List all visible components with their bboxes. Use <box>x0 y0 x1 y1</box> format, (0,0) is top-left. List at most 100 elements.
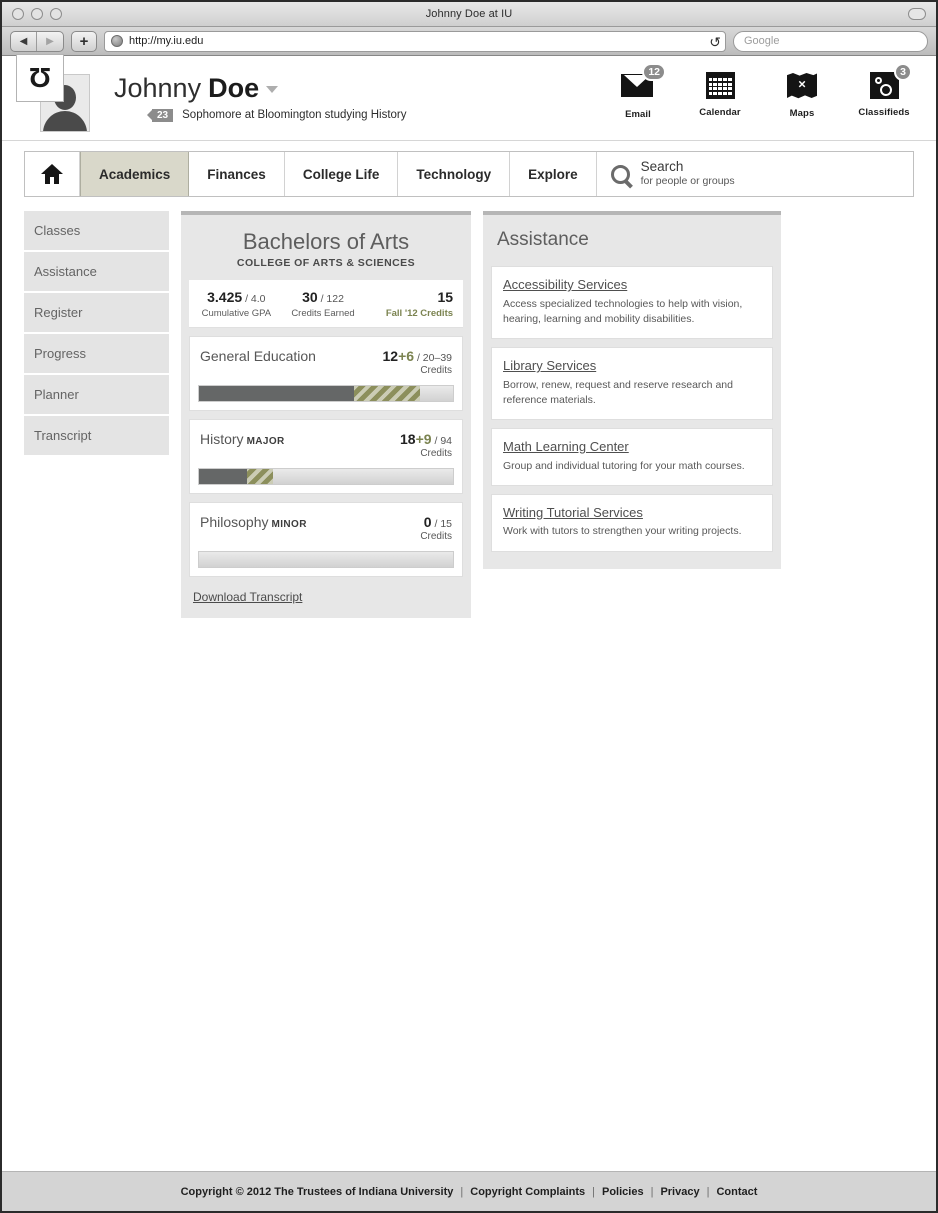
sidebar-item-classes[interactable]: Classes <box>24 211 169 252</box>
degree-stats: 3.425 / 4.0 Cumulative GPA 30 / 122 Cred… <box>189 280 463 329</box>
url-text: http://my.iu.edu <box>129 35 204 47</box>
stat-suffix: / 122 <box>317 293 344 306</box>
page-content: Ʊ Johnny Doe 23 Sophomore at Bloomington… <box>2 54 936 1211</box>
reload-icon[interactable]: ↺ <box>709 34 721 50</box>
assistance-card[interactable]: Math Learning Center Group and individua… <box>491 428 773 486</box>
address-bar[interactable]: http://my.iu.edu ↺ <box>104 30 726 52</box>
footer-separator: | <box>460 1185 464 1198</box>
chevron-down-icon[interactable] <box>266 85 279 93</box>
app-icon-calendar[interactable]: Calendar <box>690 70 750 120</box>
search-icon <box>610 164 630 184</box>
stat-value: 15 <box>437 289 454 306</box>
sidebar-item-register[interactable]: Register <box>24 293 169 334</box>
requirement-total: / 20–39 <box>414 352 452 365</box>
footer-link-policies[interactable]: Policies <box>602 1186 644 1198</box>
add-bookmark-button[interactable]: + <box>71 30 97 52</box>
requirement-credits-label: Credits <box>420 531 452 543</box>
map-icon <box>785 73 819 103</box>
stat-value: 3.425 <box>207 289 243 306</box>
back-button[interactable]: ◀ <box>11 31 37 51</box>
content-area: Classes Assistance Register Progress Pla… <box>2 197 936 619</box>
sidebar-item-progress[interactable]: Progress <box>24 334 169 375</box>
footer-separator: | <box>706 1185 710 1198</box>
age-badge: 23 <box>152 108 174 122</box>
calendar-icon <box>703 72 737 102</box>
app-icon-classifieds[interactable]: 3 Classifieds <box>854 63 914 120</box>
footer-copyright: Copyright © 2012 The Trustees of Indiana… <box>180 1185 454 1198</box>
nav-item-college-life[interactable]: College Life <box>285 152 399 196</box>
nav-search[interactable]: Search for people or groups <box>597 152 913 196</box>
email-badge-count: 12 <box>642 63 666 81</box>
sidebar-item-planner[interactable]: Planner <box>24 375 169 416</box>
footer-link-copyright-complaints[interactable]: Copyright Complaints <box>470 1186 585 1198</box>
assistance-link[interactable]: Writing Tutorial Services <box>503 505 761 521</box>
page-footer: Copyright © 2012 The Trustees of Indiana… <box>2 1171 936 1211</box>
progress-in-progress <box>247 469 273 485</box>
footer-separator: | <box>650 1185 654 1198</box>
nav-item-home[interactable] <box>25 152 80 196</box>
assistance-link[interactable]: Accessibility Services <box>503 277 761 293</box>
app-icon-label: Calendar <box>699 107 741 118</box>
window-title: Johnny Doe at IU <box>425 8 513 20</box>
nav-item-academics[interactable]: Academics <box>80 152 190 196</box>
assistance-card[interactable]: Library Services Borrow, renew, request … <box>491 347 773 421</box>
progress-bar <box>198 551 454 569</box>
forward-button[interactable]: ▶ <box>37 32 63 51</box>
footer-link-privacy[interactable]: Privacy <box>660 1186 699 1198</box>
requirement-row[interactable]: History MAJOR 18+9 / 94 Credits <box>189 419 463 495</box>
iu-logo-icon[interactable]: Ʊ <box>16 54 64 102</box>
app-icon-label: Maps <box>789 108 815 119</box>
stat-label: Credits Earned <box>291 308 355 320</box>
nav-buttons[interactable]: ◀ ▶ <box>10 30 64 52</box>
assistance-description: Access specialized technologies to help … <box>503 297 743 325</box>
assistance-link[interactable]: Math Learning Center <box>503 439 761 455</box>
assistance-link[interactable]: Library Services <box>503 358 761 374</box>
degree-header: Bachelors of Arts COLLEGE OF ARTS & SCIE… <box>181 215 471 280</box>
requirement-row[interactable]: General Education 12+6 / 20–39 Credits <box>189 336 463 412</box>
window-resize-icon[interactable] <box>908 8 926 20</box>
nav-item-finances[interactable]: Finances <box>189 152 285 196</box>
nav-item-technology[interactable]: Technology <box>398 152 511 196</box>
assistance-description: Group and individual tutoring for your m… <box>503 459 745 472</box>
stat-label: Fall '12 Credits <box>385 308 454 320</box>
progress-completed <box>199 469 248 485</box>
app-icon-email[interactable]: 12 Email <box>608 63 668 120</box>
requirement-in-progress: +9 <box>415 431 432 448</box>
stat-term-credits: 15 Fall '12 Credits <box>366 289 459 319</box>
progress-bar <box>198 385 454 403</box>
assistance-card[interactable]: Accessibility Services Access specialize… <box>491 266 773 340</box>
requirement-name: History <box>200 431 244 448</box>
download-transcript-link[interactable]: Download Transcript <box>181 577 471 618</box>
assistance-card[interactable]: Writing Tutorial Services Work with tuto… <box>491 493 773 552</box>
stat-credits-earned: 30 / 122 Credits Earned <box>280 289 367 319</box>
sidebar-item-assistance[interactable]: Assistance <box>24 252 169 293</box>
sidebar: Classes Assistance Register Progress Pla… <box>24 211 169 457</box>
assistance-title: Assistance <box>497 229 589 250</box>
progress-in-progress <box>353 386 420 402</box>
avatar-body <box>43 111 87 131</box>
browser-window: Johnny Doe at IU ◀ ▶ + http://my.iu.edu … <box>0 0 938 1213</box>
identity-header: Ʊ Johnny Doe 23 Sophomore at Bloomington… <box>2 54 936 141</box>
nav-item-explore[interactable]: Explore <box>510 152 597 196</box>
requirement-total: / 15 <box>431 518 452 531</box>
user-name[interactable]: Johnny Doe <box>114 73 407 104</box>
requirement-credits-label: Credits <box>420 365 452 377</box>
requirement-earned: 12 <box>382 348 399 365</box>
requirement-tag: MINOR <box>271 519 307 531</box>
browser-toolbar: ◀ ▶ + http://my.iu.edu ↺ Google <box>2 27 936 56</box>
footer-link-contact[interactable]: Contact <box>716 1186 757 1198</box>
stat-cumulative-gpa: 3.425 / 4.0 Cumulative GPA <box>193 289 280 319</box>
sidebar-item-transcript[interactable]: Transcript <box>24 416 169 457</box>
requirement-row[interactable]: Philosophy MINOR 0 / 15 Credits <box>189 502 463 578</box>
search-title: Search <box>640 159 684 175</box>
identity-subline: 23 Sophomore at Bloomington studying His… <box>152 108 407 122</box>
browser-search-input[interactable]: Google <box>733 30 928 52</box>
requirement-name: Philosophy <box>200 514 269 531</box>
app-icon-maps[interactable]: Maps <box>772 70 832 120</box>
globe-icon <box>111 35 123 47</box>
assistance-description: Work with tutors to strengthen your writ… <box>503 525 742 538</box>
main-nav-wrapper: Academics Finances College Life Technolo… <box>2 141 936 197</box>
requirement-earned: 0 <box>423 514 432 531</box>
assistance-description: Borrow, renew, request and reserve resea… <box>503 378 733 406</box>
stat-suffix: / 4.0 <box>242 293 266 306</box>
